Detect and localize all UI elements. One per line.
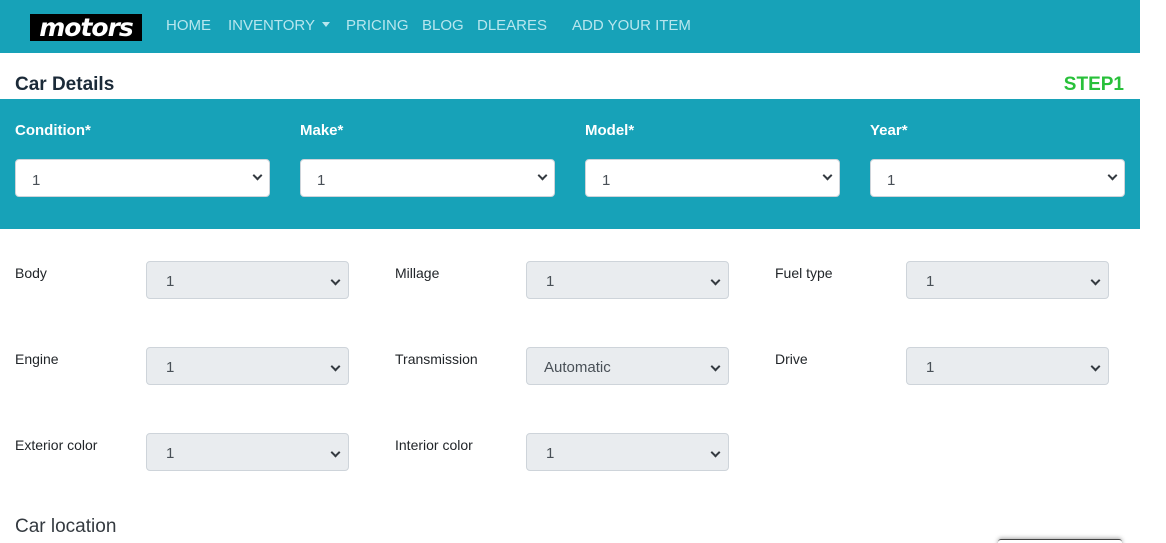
millage-value: 1 bbox=[546, 273, 555, 290]
exterior-color-value: 1 bbox=[166, 445, 175, 462]
model-select[interactable]: 1 bbox=[585, 159, 840, 197]
drive-value: 1 bbox=[926, 359, 935, 376]
year-value: 1 bbox=[887, 172, 896, 189]
chevron-down-icon bbox=[710, 361, 721, 372]
transmission-label: Transmission bbox=[395, 351, 478, 367]
engine-value: 1 bbox=[166, 359, 175, 376]
exterior-color-label: Exterior color bbox=[15, 437, 98, 453]
millage-select[interactable]: 1 bbox=[526, 261, 729, 299]
nav-home-link[interactable]: HOME bbox=[166, 17, 211, 35]
chevron-down-icon bbox=[1107, 170, 1118, 181]
model-label: Model* bbox=[585, 122, 635, 139]
transmission-value: Automatic bbox=[544, 359, 611, 376]
condition-label: Condition* bbox=[15, 122, 91, 139]
chevron-down-icon bbox=[710, 447, 721, 458]
motors-logo[interactable]: motors bbox=[30, 14, 142, 41]
year-select[interactable]: 1 bbox=[870, 159, 1125, 197]
condition-value: 1 bbox=[32, 172, 41, 189]
interior-color-label: Interior color bbox=[395, 437, 473, 453]
nav-inventory-label: INVENTORY bbox=[228, 17, 315, 34]
make-select[interactable]: 1 bbox=[300, 159, 555, 197]
chevron-down-icon bbox=[330, 361, 341, 372]
chevron-down-icon bbox=[1090, 275, 1101, 286]
exterior-color-select[interactable]: 1 bbox=[146, 433, 349, 471]
nav-blog-link[interactable]: BLOG bbox=[422, 17, 464, 35]
drive-label: Drive bbox=[775, 351, 808, 367]
fuel-type-label: Fuel type bbox=[775, 265, 833, 281]
page-title: Car Details bbox=[15, 74, 115, 95]
chevron-down-icon bbox=[330, 447, 341, 458]
year-label: Year* bbox=[870, 122, 908, 139]
model-value: 1 bbox=[602, 172, 611, 189]
chevron-down-icon bbox=[710, 275, 721, 286]
body-value: 1 bbox=[166, 273, 175, 290]
car-location-heading: Car location bbox=[15, 516, 117, 537]
floating-panel-edge bbox=[998, 539, 1122, 543]
chevron-down-icon bbox=[252, 170, 263, 181]
fuel-type-value: 1 bbox=[926, 273, 935, 290]
engine-label: Engine bbox=[15, 351, 59, 367]
primary-fields-band: Condition* Make* Model* Year* 1 1 1 1 bbox=[0, 99, 1140, 229]
millage-label: Millage bbox=[395, 265, 440, 281]
step-indicator: STEP1 bbox=[1063, 74, 1124, 95]
engine-select[interactable]: 1 bbox=[146, 347, 349, 385]
make-label: Make* bbox=[300, 122, 344, 139]
top-navbar: motors HOME INVENTORY PRICING BLOG DLEAR… bbox=[0, 0, 1140, 53]
interior-color-value: 1 bbox=[546, 445, 555, 462]
body-select[interactable]: 1 bbox=[146, 261, 349, 299]
interior-color-select[interactable]: 1 bbox=[526, 433, 729, 471]
nav-dealers-link[interactable]: DLEARES bbox=[477, 17, 547, 35]
fuel-type-select[interactable]: 1 bbox=[906, 261, 1109, 299]
chevron-down-icon bbox=[1090, 361, 1101, 372]
transmission-select[interactable]: Automatic bbox=[526, 347, 729, 385]
nav-inventory-dropdown[interactable]: INVENTORY bbox=[228, 17, 330, 35]
body-label: Body bbox=[15, 265, 47, 281]
make-value: 1 bbox=[317, 172, 326, 189]
caret-down-icon bbox=[321, 22, 330, 28]
chevron-down-icon bbox=[330, 275, 341, 286]
condition-select[interactable]: 1 bbox=[15, 159, 270, 197]
nav-add-item-link[interactable]: ADD YOUR ITEM bbox=[572, 17, 691, 35]
nav-pricing-link[interactable]: PRICING bbox=[346, 17, 409, 35]
drive-select[interactable]: 1 bbox=[906, 347, 1109, 385]
chevron-down-icon bbox=[537, 170, 548, 181]
chevron-down-icon bbox=[822, 170, 833, 181]
